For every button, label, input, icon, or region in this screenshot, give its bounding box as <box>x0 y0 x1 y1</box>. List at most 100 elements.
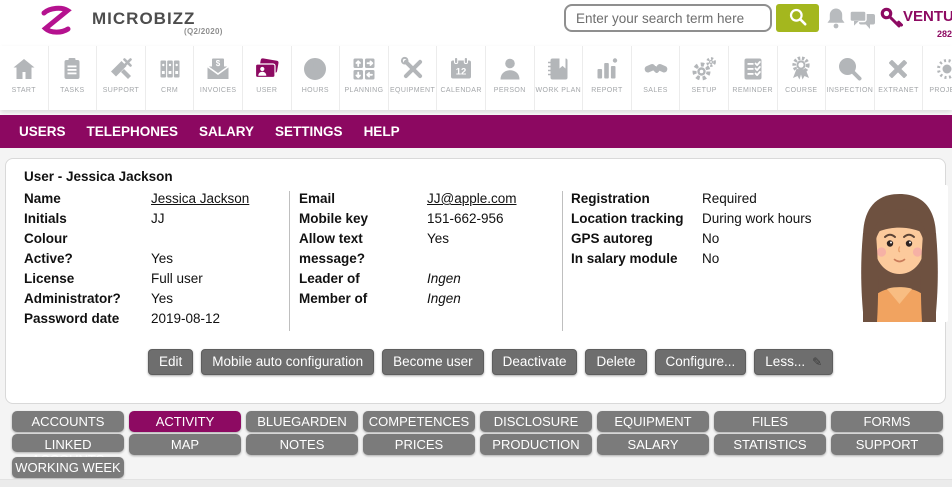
field-password-date: Password date 2019-08-12 <box>24 309 282 329</box>
toolbar-item-setup[interactable]: SETUP <box>680 46 729 110</box>
configure-button[interactable]: Configure... <box>655 349 747 375</box>
menu-item-users[interactable]: USERS <box>19 124 66 139</box>
toolbar-item-label: PERSON <box>494 87 526 94</box>
toolbar-item-reminder[interactable]: REMINDER <box>729 46 778 110</box>
field-value: Yes <box>151 289 282 309</box>
mobile-auto-configuration-button[interactable]: Mobile auto configuration <box>201 349 374 375</box>
toolbar-item-planning[interactable]: PLANNING <box>340 46 389 110</box>
toolbar-item-project[interactable]: PROJECT <box>923 46 952 110</box>
become-user-button[interactable]: Become user <box>382 349 484 375</box>
less-button[interactable]: Less...✎ <box>754 349 833 375</box>
tab-disclosure[interactable]: DISCLOSURE <box>480 411 592 432</box>
menu-item-settings[interactable]: SETTINGS <box>275 124 343 139</box>
tab-statistics[interactable]: STATISTICS <box>714 434 826 455</box>
toolbar-item-invoices[interactable]: $ INVOICES <box>194 46 243 110</box>
toolbar-item-label: COURSE <box>785 87 817 94</box>
top-header: MICROBIZZ (Q2/2020) VENTU 282 <box>0 0 952 46</box>
toolbar-item-label: REPORT <box>591 87 622 94</box>
toolbar-item-label: REMINDER <box>732 87 773 94</box>
tab-competences[interactable]: COMPETENCES <box>363 411 475 432</box>
toolbar-item-extranet[interactable]: EXTRANET <box>875 46 924 110</box>
account-number: 282 <box>937 29 952 39</box>
account-name[interactable]: VENTU <box>903 8 952 25</box>
gears-icon <box>691 52 717 86</box>
field-value: Required <box>702 189 846 209</box>
tab-equipment[interactable]: EQUIPMENT <box>597 411 709 432</box>
handshake-icon <box>643 52 669 86</box>
toolbar-item-support[interactable]: SUPPORT <box>97 46 146 110</box>
menu-item-help[interactable]: HELP <box>364 124 400 139</box>
field-label: Leader of <box>299 269 427 289</box>
field-value: 2019-08-12 <box>151 309 282 329</box>
clipboard-icon <box>59 52 85 86</box>
menu-item-telephones[interactable]: TELEPHONES <box>87 124 179 139</box>
email-link[interactable]: JJ@apple.com <box>427 189 551 209</box>
field-value: During work hours <box>702 209 846 229</box>
bottom-scroll-strip[interactable] <box>0 479 952 487</box>
toolbar-item-tasks[interactable]: TASKS <box>49 46 98 110</box>
toolbar-item-equipment[interactable]: EQUIPMENT <box>389 46 438 110</box>
name-link[interactable]: Jessica Jackson <box>151 189 282 209</box>
edit-button[interactable]: Edit <box>148 349 193 375</box>
brand-title: MICROBIZZ <box>92 9 195 29</box>
tab-prices[interactable]: PRICES <box>363 434 475 455</box>
tab-forms[interactable]: FORMS <box>831 411 943 432</box>
tab-accounts[interactable]: ACCOUNTS <box>12 411 124 432</box>
toolbar-item-label: SUPPORT <box>103 87 140 94</box>
toolbar-item-course[interactable]: COURSE <box>778 46 827 110</box>
tab-files[interactable]: FILES <box>714 411 826 432</box>
tab-working-week[interactable]: WORKING WEEK <box>12 457 124 478</box>
toolbar-item-workplan[interactable]: WORK PLAN <box>535 46 584 110</box>
deactivate-button[interactable]: Deactivate <box>492 349 578 375</box>
key-icon[interactable] <box>880 7 903 37</box>
tab-support[interactable]: SUPPORT <box>831 434 943 455</box>
field-location-tracking: Location tracking During work hours <box>571 209 846 229</box>
field-value: Full user <box>151 269 282 289</box>
delete-button[interactable]: Delete <box>585 349 646 375</box>
field-initials: Initials JJ <box>24 209 282 229</box>
toolbar-item-user-active[interactable]: USER <box>243 46 292 110</box>
medal-icon <box>788 52 814 86</box>
search-button[interactable] <box>776 4 819 32</box>
field-gps-autoreg: GPS autoreg No <box>571 229 846 249</box>
search-icon <box>788 7 808 30</box>
field-name: Name Jessica Jackson <box>24 189 282 209</box>
column-divider <box>289 191 290 331</box>
search-input[interactable] <box>564 4 772 32</box>
tab-notes[interactable]: NOTES <box>246 434 358 455</box>
toolbar-item-inspection[interactable]: INSPECTION <box>826 46 875 110</box>
toolbar-item-sales[interactable]: SALES <box>632 46 681 110</box>
bell-icon[interactable] <box>826 7 846 35</box>
field-label: Colour <box>24 229 151 249</box>
field-label: Active? <box>24 249 151 269</box>
toolbar-item-start[interactable]: START <box>0 46 49 110</box>
toolbar-item-label: CALENDAR <box>440 87 481 94</box>
detail-column-3: Registration Required Location tracking … <box>571 189 846 269</box>
chat-icon[interactable] <box>849 10 876 35</box>
tab-production[interactable]: PRODUCTION <box>480 434 592 455</box>
field-administrator: Administrator? Yes <box>24 289 282 309</box>
tab-bluegarden[interactable]: BLUEGARDEN <box>246 411 358 432</box>
tab-map[interactable]: MAP <box>129 434 241 455</box>
user-detail-card: User - Jessica Jackson Name Jessica Jack… <box>5 158 946 404</box>
binders-icon <box>157 52 183 86</box>
field-label: Registration <box>571 189 702 209</box>
x-icon <box>885 52 911 86</box>
toolbar-item-calendar[interactable]: 12 CALENDAR <box>437 46 486 110</box>
field-label: Member of <box>299 289 427 309</box>
detail-column-1: Name Jessica Jackson Initials JJ Colour … <box>24 189 282 329</box>
tab-linked-accounts[interactable]: LINKED ACCOUNTS <box>12 434 124 452</box>
toolbar-item-hours[interactable]: HOURS <box>292 46 341 110</box>
menu-item-salary[interactable]: SALARY <box>199 124 254 139</box>
field-value: No <box>702 229 846 249</box>
bar-chart-icon <box>594 52 620 86</box>
toolbar-item-report[interactable]: REPORT <box>583 46 632 110</box>
toolbar-item-crm[interactable]: CRM <box>146 46 195 110</box>
microbizz-logo-icon[interactable] <box>36 4 76 45</box>
tab-activity[interactable]: ACTIVITY <box>129 411 241 432</box>
tab-salary[interactable]: SALARY <box>597 434 709 455</box>
toolbar-item-person[interactable]: PERSON <box>486 46 535 110</box>
field-value: Ingen <box>427 269 551 289</box>
field-label: Location tracking <box>571 209 702 229</box>
crossed-tools-icon <box>400 52 426 86</box>
